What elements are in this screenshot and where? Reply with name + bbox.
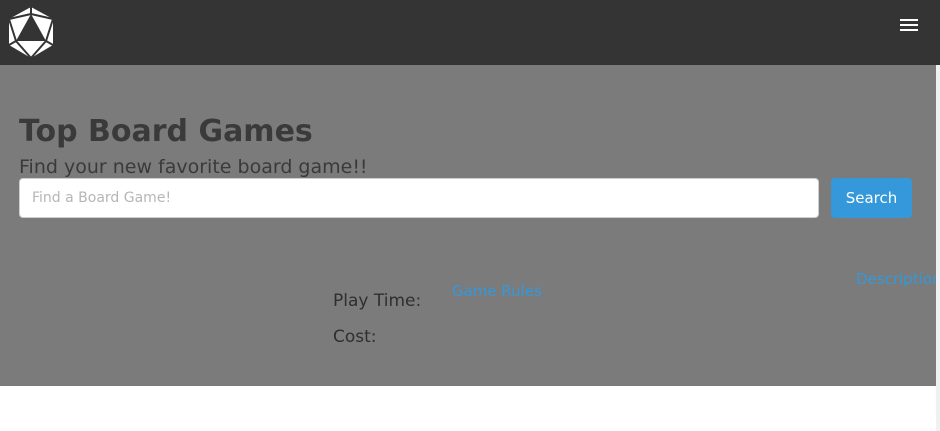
cost-label: Cost: [333,327,377,347]
description-link[interactable]: Description [856,269,940,289]
page-scrollbar-gutter[interactable] [936,65,940,431]
page-title: Top Board Games [19,114,313,149]
search-button[interactable]: Search [831,178,912,218]
hamburger-menu-icon[interactable] [900,17,918,31]
top-navbar [0,0,940,65]
d20-dice-icon[interactable] [6,6,56,59]
board-game-search-input[interactable] [19,178,819,218]
menu-line [900,19,918,21]
page-subtitle: Find your new favorite board game!! [19,156,368,178]
main-overlay-section: Top Board Games Find your new favorite b… [0,65,940,386]
page-background-area [0,386,936,431]
game-rules-link[interactable]: Game Rules [452,281,542,301]
menu-line [900,24,918,26]
menu-line [900,29,918,31]
play-time-label: Play Time: [333,291,422,311]
